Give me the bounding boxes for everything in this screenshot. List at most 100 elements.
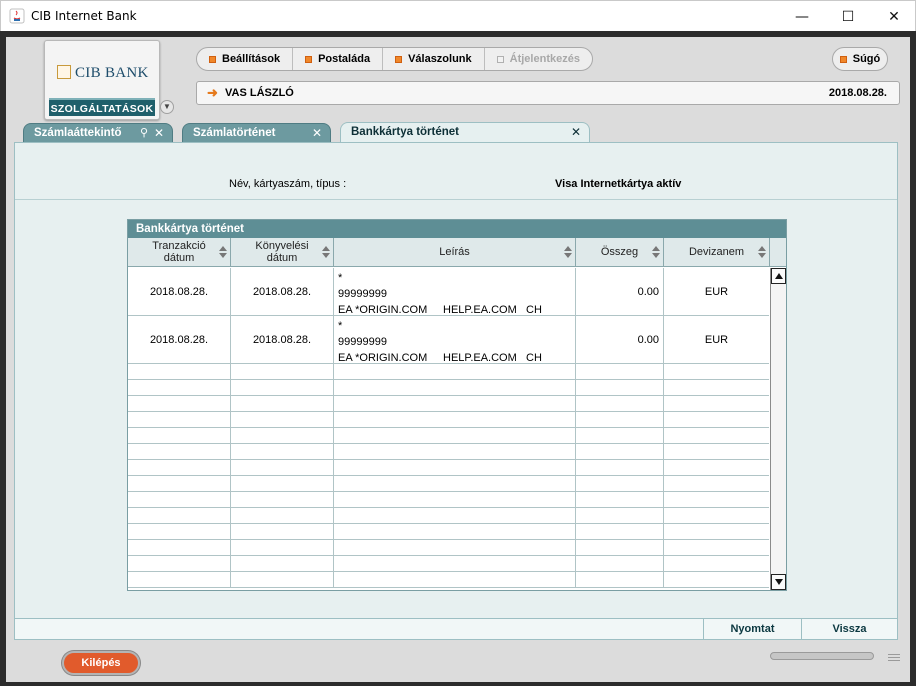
empty-cell [231,396,334,411]
empty-cell [334,396,576,411]
column-header-amount[interactable]: Összeg [576,238,664,267]
empty-table-row [128,412,769,428]
empty-cell [576,524,664,539]
empty-cell [576,460,664,475]
empty-cell [334,572,576,587]
empty-cell [664,524,769,539]
tab-label: Számlatörténet [193,127,276,139]
empty-cell [231,380,334,395]
column-header-description[interactable]: Leírás [334,238,576,267]
help-button[interactable]: Súgó [832,47,888,71]
empty-cell [664,380,769,395]
empty-cell [664,396,769,411]
empty-cell [128,540,231,555]
empty-cell [128,556,231,571]
close-tab-icon[interactable]: ✕ [312,124,322,142]
exit-button[interactable]: Kilépés [62,651,140,675]
close-window-button[interactable]: ✕ [871,1,916,32]
scroll-down-icon[interactable] [771,574,786,590]
help-label: Súgó [852,53,881,65]
empty-cell [334,364,576,379]
empty-table-row [128,444,769,460]
menu-item-mailbox[interactable]: Postaláda [293,48,384,70]
maximize-button[interactable]: ☐ [825,1,871,32]
header-spacer [770,238,786,267]
empty-cell [576,412,664,427]
close-tab-icon[interactable]: ✕ [571,123,581,141]
empty-cell [128,412,231,427]
description-line: 99999999 [338,336,387,348]
divider [15,199,897,200]
print-button[interactable]: Nyomtat [703,619,801,639]
bullet-icon [395,55,403,63]
close-tab-icon[interactable]: ✕ [154,124,164,142]
empty-cell [334,428,576,443]
empty-cell [664,412,769,427]
empty-cell [231,524,334,539]
column-header-book-date[interactable]: Könyvelési dátum [231,238,334,267]
empty-cell [128,396,231,411]
java-app-icon [9,8,25,24]
empty-table-row [128,476,769,492]
empty-cell [128,572,231,587]
sort-icon[interactable] [758,246,766,258]
menu-item-relogin: Átjelentkezés [485,48,592,70]
sort-icon[interactable] [322,246,330,258]
tab-account-overview[interactable]: Számlaáttekintő ⚲ ✕ [23,123,173,143]
empty-cell [334,540,576,555]
arrow-right-icon: ➜ [207,85,218,100]
top-menu: Beállítások Postaláda Válaszolunk Átjele… [196,47,593,71]
sort-icon[interactable] [219,246,227,258]
tab-label: Számlaáttekintő [34,127,122,139]
description-cell: * 99999999 EA *ORIGIN.COM HELP.EA.COM CH [334,268,576,316]
empty-table-row [128,572,769,588]
tab-card-history[interactable]: Bankkártya történet ✕ [340,122,590,143]
menu-item-settings[interactable]: Beállítások [197,48,294,70]
empty-cell [231,556,334,571]
cib-logo: CIB BANK SZOLGÁLTATÁSOK [44,40,160,120]
empty-cell [334,412,576,427]
empty-table-row [128,380,769,396]
empty-cell [128,364,231,379]
empty-cell [128,492,231,507]
empty-cell [334,492,576,507]
column-header-tx-date[interactable]: Tranzakció dátum [128,238,231,267]
empty-table-row [128,540,769,556]
empty-cell [576,508,664,523]
empty-cell [231,508,334,523]
empty-cell [664,364,769,379]
sort-icon[interactable] [564,246,572,258]
chevron-down-icon[interactable]: ▼ [160,100,174,114]
menu-item-label: Beállítások [222,53,281,65]
menu-item-answers[interactable]: Válaszolunk [383,48,485,70]
tab-strip: Számlaáttekintő ⚲ ✕ Számlatörténet ✕ Ban… [14,120,898,143]
vertical-scrollbar[interactable] [770,268,786,590]
current-date: 2018.08.28. [828,87,887,99]
empty-cell [334,460,576,475]
empty-cell [576,476,664,491]
pin-icon[interactable]: ⚲ [140,124,148,142]
tx-date-cell: 2018.08.28. [128,316,231,363]
empty-table-row [128,556,769,572]
column-header-currency[interactable]: Devizanem [664,238,770,267]
scroll-up-icon[interactable] [771,268,786,284]
empty-cell [231,460,334,475]
sort-icon[interactable] [652,246,660,258]
card-info-value: Visa Internetkártya aktív [555,178,682,190]
back-button[interactable]: Vissza [801,619,897,639]
empty-cell [664,508,769,523]
empty-table-row [128,508,769,524]
services-menu-button[interactable]: SZOLGÁLTATÁSOK [49,98,155,116]
table-row[interactable]: 2018.08.28. 2018.08.28. * 99999999 EA *O… [128,268,769,316]
resize-grip-icon[interactable] [888,652,900,664]
empty-cell [231,492,334,507]
empty-cell [664,556,769,571]
tab-account-history[interactable]: Számlatörténet ✕ [182,123,331,143]
empty-cell [128,460,231,475]
minimize-button[interactable]: — [779,1,825,32]
empty-cell [576,572,664,587]
empty-cell [334,556,576,571]
empty-cell [231,364,334,379]
description-cell: * 99999999 EA *ORIGIN.COM HELP.EA.COM CH [334,316,576,364]
table-row[interactable]: 2018.08.28. 2018.08.28. * 99999999 EA *O… [128,316,769,364]
